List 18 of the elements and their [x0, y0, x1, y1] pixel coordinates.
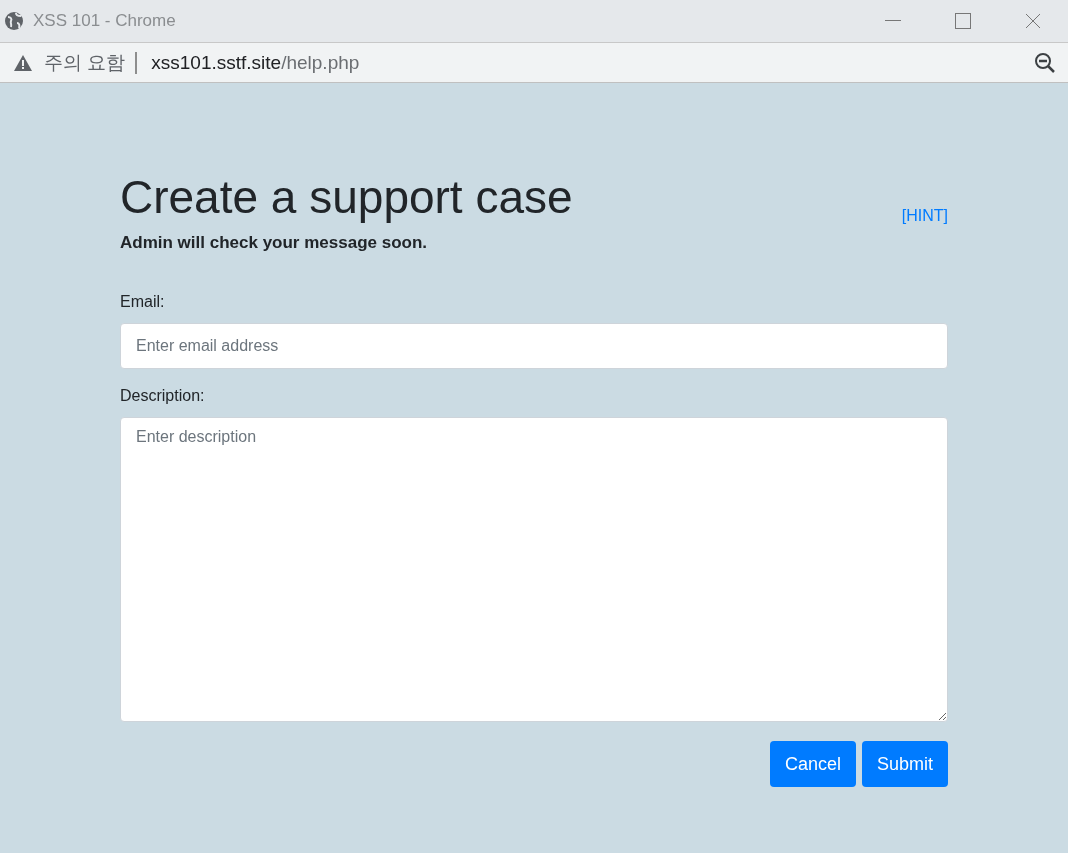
description-field[interactable]: Enter description [120, 417, 948, 722]
minimize-icon [885, 20, 901, 22]
url-text[interactable]: xss101.sstf.site/help.php [151, 51, 1034, 74]
zoom-out-icon[interactable] [1034, 51, 1056, 74]
subtitle: Admin will check your message soon. [120, 233, 429, 253]
maximize-icon [955, 13, 971, 29]
globe-icon [4, 11, 24, 31]
window-title: XSS 101 - Chrome [33, 11, 177, 31]
hint-link[interactable]: [HINT] [901, 207, 948, 225]
page-heading: Create a support case [120, 170, 573, 225]
close-icon [1025, 13, 1041, 29]
security-label[interactable]: 주의 요함 [44, 49, 126, 76]
cancel-button[interactable]: Cancel [769, 741, 856, 787]
field-label: Description: [120, 387, 206, 405]
warning-icon[interactable] [14, 54, 32, 71]
submit-button[interactable]: Submit [861, 741, 948, 787]
field-label: Email: [120, 293, 166, 311]
email-field[interactable]: Enter email address [120, 323, 948, 369]
